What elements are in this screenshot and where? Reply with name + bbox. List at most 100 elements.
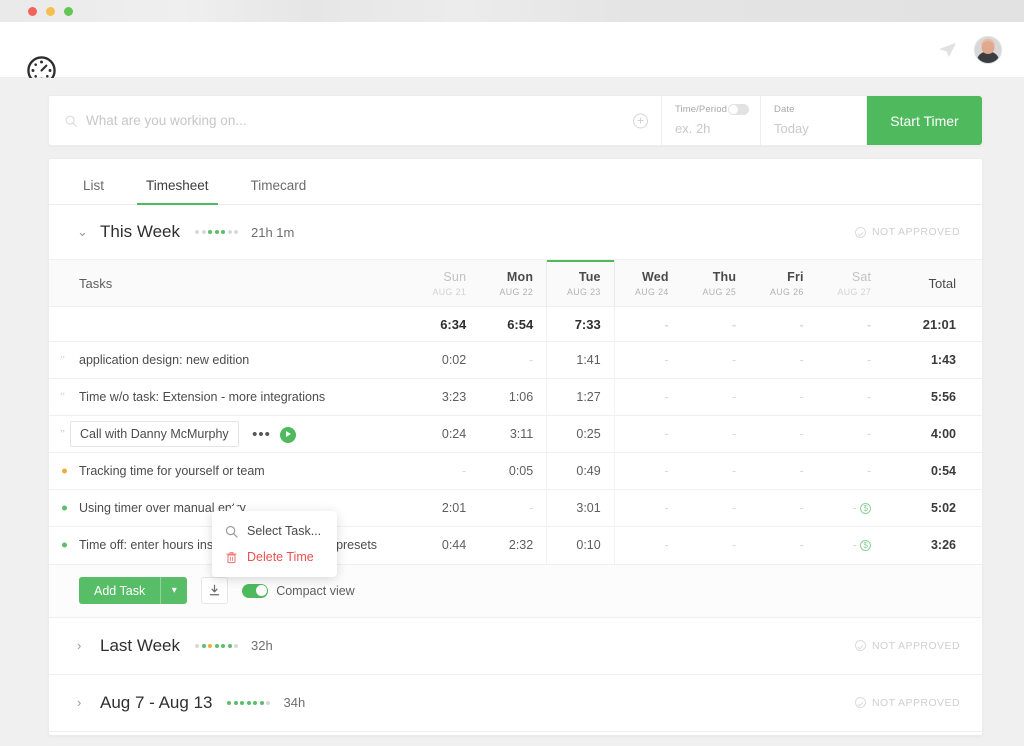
close-window-button[interactable]	[28, 7, 37, 16]
header-day-mon[interactable]: Mon AUG 22	[479, 260, 547, 307]
cell-sun[interactable]: -	[412, 453, 480, 490]
table-row[interactable]: ” application design: new edition 0:02 -…	[49, 342, 982, 379]
task-cell[interactable]: ” Time w/o task: Extension - more integr…	[49, 379, 412, 416]
task-cell-editing[interactable]: ” Call with Danny McMurphy •••	[49, 416, 412, 453]
time-period-field[interactable]: Time/Period ex. 2h	[662, 96, 761, 145]
cell-tue[interactable]: 0:25	[547, 416, 615, 453]
cell-thu[interactable]: -	[682, 416, 750, 453]
chevron-down-icon[interactable]: ▾	[160, 577, 187, 604]
cell-tue[interactable]: 3:01	[547, 490, 615, 527]
cell-sun[interactable]: 0:44	[412, 527, 480, 564]
week-header-this-week[interactable]: ⌄ This Week 21h 1m NOT APPROVED	[49, 205, 982, 259]
cell-mon[interactable]: -	[479, 490, 547, 527]
play-icon[interactable]	[280, 427, 296, 443]
cell-mon[interactable]: 2:32	[479, 527, 547, 564]
cell-mon[interactable]: 1:06	[479, 379, 547, 416]
table-row[interactable]: ” Call with Danny McMurphy ••• 0:24 3:11…	[49, 416, 982, 453]
cell-fri[interactable]: -	[749, 527, 817, 564]
cell-thu[interactable]: -	[682, 453, 750, 490]
chevron-right-icon[interactable]: ›	[77, 695, 89, 710]
cell-sat[interactable]: -	[817, 453, 885, 490]
cell-thu[interactable]: -	[682, 342, 750, 379]
export-button[interactable]	[201, 577, 228, 604]
billable-icon[interactable]: $	[860, 540, 871, 551]
task-name-input[interactable]: Call with Danny McMurphy	[70, 421, 239, 447]
header-day-thu[interactable]: Thu AUG 25	[682, 260, 750, 307]
summary-fri: -	[749, 307, 817, 342]
context-menu-item-select-task[interactable]: Select Task...	[212, 518, 337, 544]
cell-wed[interactable]: -	[614, 527, 682, 564]
cell-wed[interactable]: -	[614, 416, 682, 453]
cell-wed[interactable]: -	[614, 342, 682, 379]
task-cell[interactable]: Tracking time for yourself or team	[49, 453, 412, 490]
approval-label: NOT APPROVED	[872, 640, 960, 652]
cell-mon[interactable]: 3:11	[479, 416, 547, 453]
tab-timesheet[interactable]: Timesheet	[142, 178, 213, 204]
search-input[interactable]	[86, 113, 587, 128]
chevron-down-icon[interactable]: ⌄	[77, 224, 89, 240]
header-day-sat[interactable]: Sat AUG 27	[817, 260, 885, 307]
header-day-sun[interactable]: Sun AUG 21	[412, 260, 480, 307]
table-row[interactable]: Time off: enter hours instead of selecti…	[49, 527, 982, 564]
cell-sun[interactable]: 3:23	[412, 379, 480, 416]
table-row[interactable]: ” Time w/o task: Extension - more integr…	[49, 379, 982, 416]
avatar[interactable]	[974, 36, 1002, 64]
row-menu-button[interactable]: •••	[252, 431, 271, 439]
cell-thu[interactable]: -	[682, 527, 750, 564]
cell-tue[interactable]: 0:49	[547, 453, 615, 490]
cell-thu[interactable]: -	[682, 379, 750, 416]
cell-tue[interactable]: 0:10	[547, 527, 615, 564]
cell-sun[interactable]: 0:02	[412, 342, 480, 379]
cell-sat[interactable]: - $	[817, 527, 885, 564]
cell-mon[interactable]: 0:05	[479, 453, 547, 490]
cell-fri[interactable]: -	[749, 379, 817, 416]
cell-sun[interactable]: 2:01	[412, 490, 480, 527]
paper-plane-icon[interactable]	[938, 41, 958, 59]
approval-status-last-week[interactable]: NOT APPROVED	[855, 640, 960, 652]
cell-sun[interactable]: 0:24	[412, 416, 480, 453]
cell-tue[interactable]: 1:27	[547, 379, 615, 416]
compact-view-toggle[interactable]	[242, 584, 268, 598]
tab-timecard[interactable]: Timecard	[247, 178, 311, 204]
cell-sat[interactable]: - $	[817, 490, 885, 527]
context-menu-label: Delete Time	[247, 550, 314, 564]
cell-fri[interactable]: -	[749, 416, 817, 453]
cell-sat[interactable]: -	[817, 379, 885, 416]
add-task-button[interactable]: Add Task ▾	[79, 577, 187, 604]
date-field[interactable]: Date Today	[761, 96, 867, 145]
week-row-last-week[interactable]: › Last Week 32h NOT APPROVED	[49, 617, 982, 674]
plus-circle-icon[interactable]: +	[633, 113, 648, 128]
header-day-fri[interactable]: Fri AUG 26	[749, 260, 817, 307]
table-row[interactable]: Using timer over manual entry 2:01 - 3:0…	[49, 490, 982, 527]
cell-sat[interactable]: -	[817, 342, 885, 379]
approval-status-aug7-aug13[interactable]: NOT APPROVED	[855, 697, 960, 709]
cell-wed[interactable]: -	[614, 453, 682, 490]
tab-list[interactable]: List	[79, 178, 108, 204]
context-menu-item-delete-time[interactable]: Delete Time	[212, 544, 337, 570]
cell-fri[interactable]: -	[749, 342, 817, 379]
header-day-tue[interactable]: Tue AUG 23	[547, 260, 615, 307]
table-row[interactable]: Tracking time for yourself or team - 0:0…	[49, 453, 982, 490]
cell-wed[interactable]: -	[614, 379, 682, 416]
cell-wed[interactable]: -	[614, 490, 682, 527]
summary-sat: -	[817, 307, 885, 342]
week-row-aug7-aug13[interactable]: › Aug 7 - Aug 13 34h NOT APPROVED	[49, 674, 982, 731]
cell-fri[interactable]: -	[749, 453, 817, 490]
task-name: application design: new edition	[79, 353, 249, 367]
cell-tue[interactable]: 1:41	[547, 342, 615, 379]
task-cell[interactable]: ” application design: new edition	[49, 342, 412, 379]
billable-icon[interactable]: $	[860, 503, 871, 514]
cell-fri[interactable]: -	[749, 490, 817, 527]
time-period-toggle[interactable]	[728, 104, 749, 115]
cell-mon[interactable]: -	[479, 342, 547, 379]
maximize-window-button[interactable]	[64, 7, 73, 16]
chevron-right-icon[interactable]: ›	[77, 638, 89, 653]
cell-sat[interactable]: -	[817, 416, 885, 453]
header-day-wed[interactable]: Wed AUG 24	[614, 260, 682, 307]
start-timer-button[interactable]: Start Timer	[867, 96, 982, 145]
approval-status-this-week[interactable]: NOT APPROVED	[855, 226, 960, 238]
minimize-window-button[interactable]	[46, 7, 55, 16]
cell-thu[interactable]: -	[682, 490, 750, 527]
week-row-jul31-aug6[interactable]: › Jul 31 - Aug 6 2m NOT APPROVED	[49, 731, 982, 737]
week-total: 34h	[283, 695, 305, 710]
